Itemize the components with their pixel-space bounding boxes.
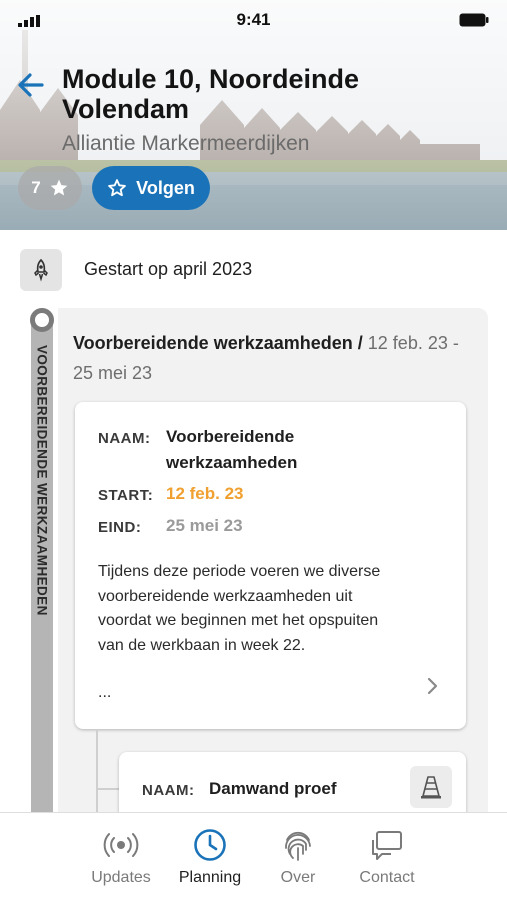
name-value: Voorbereidende werkzaamheden: [166, 427, 298, 472]
broadcast-icon: [103, 827, 139, 863]
rating-badge[interactable]: 7: [18, 166, 82, 210]
start-label: START:: [98, 487, 154, 504]
star-outline-icon: [108, 179, 126, 197]
nav-planning[interactable]: Planning: [168, 827, 252, 887]
timeline-phase-label: VOORBEREIDENDE WERKZAAMHEDEN: [34, 345, 50, 616]
chat-icon: [369, 827, 405, 863]
nav-updates-label: Updates: [91, 869, 151, 886]
follow-button[interactable]: Volgen: [92, 166, 210, 210]
page-subtitle: Alliantie Markermeerdijken: [62, 132, 310, 155]
nav-updates[interactable]: Updates: [79, 827, 163, 887]
end-date-value: 25 mei 23: [166, 516, 243, 535]
activity-name-label: NAAM:: [142, 782, 195, 799]
arrow-left-icon: [18, 73, 44, 97]
timeline-dot: [30, 308, 54, 332]
rating-count: 7: [31, 178, 41, 197]
star-icon: [50, 179, 68, 196]
name-label: NAAM:: [98, 430, 151, 447]
clock-time: 9:41: [236, 10, 271, 29]
nav-planning-label: Planning: [178, 869, 242, 886]
timeline-connector-branch: [96, 788, 120, 790]
nav-contact-label: Contact: [359, 869, 415, 886]
phase-description: Tijdens deze periode voeren we diverse v…: [98, 563, 381, 654]
phase-heading: Voorbereidende werkzaamheden / 12 feb. 2…: [73, 328, 473, 388]
page-title: Module 10, Noordeinde Volendam: [62, 64, 360, 124]
battery-icon: [459, 13, 489, 27]
nav-over[interactable]: Over: [256, 827, 340, 887]
back-button[interactable]: [14, 68, 48, 102]
status-bar: 9:41: [0, 0, 507, 40]
fingerprint-icon: [280, 827, 316, 863]
nav-contact[interactable]: Contact: [345, 827, 429, 887]
rocket-icon: [20, 249, 62, 291]
clock-icon: [192, 827, 228, 863]
follow-label: Volgen: [136, 177, 195, 198]
phase-heading-title: Voorbereidende werkzaamheden /: [73, 333, 363, 353]
nav-over-label: Over: [280, 869, 316, 886]
start-date-value: 12 feb. 23: [166, 484, 244, 503]
traffic-cone-icon: [410, 766, 452, 808]
started-date-text: Gestart op april 2023: [84, 259, 253, 279]
activity-name-value: Damwand proef: [209, 779, 337, 798]
description-ellipsis: ...: [98, 684, 112, 701]
bottom-navigation: Updates Planning Over Contact: [0, 812, 507, 900]
timeline-connector: [96, 729, 98, 824]
chevron-right-icon[interactable]: [422, 676, 442, 696]
end-label: EIND:: [98, 519, 142, 536]
